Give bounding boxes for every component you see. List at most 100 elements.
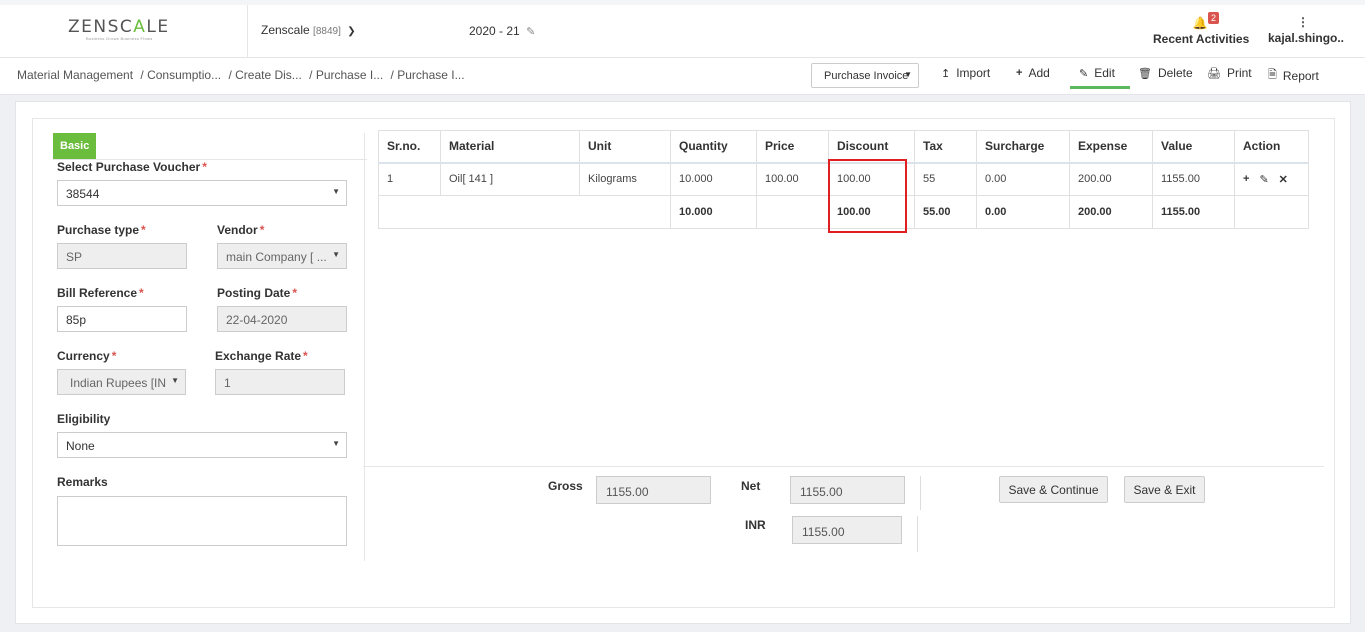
save-continue-button[interactable]: Save & Continue (999, 476, 1108, 503)
breadcrumb-root[interactable]: Material Management (17, 68, 133, 82)
field-value: SP (66, 250, 83, 264)
remarks-label: Remarks (57, 475, 108, 489)
save-exit-button[interactable]: Save & Exit (1124, 476, 1205, 503)
required-marker: * (202, 160, 207, 174)
required-marker: * (292, 286, 298, 300)
close-icon[interactable]: ✕ (1279, 173, 1288, 186)
company-code: [8849] (313, 26, 341, 37)
bill-reference-input[interactable]: 85p (57, 306, 187, 332)
summary-spacer (378, 195, 671, 229)
required-marker: * (303, 349, 308, 363)
posting-date-field[interactable]: 22-04-2020 (217, 306, 347, 332)
print-label: Print (1226, 66, 1252, 80)
field-value: 22-04-2020 (226, 313, 288, 327)
caret-down-icon: ▼ (332, 250, 340, 259)
logo-tagline: Business Grows Business Flows (86, 36, 153, 41)
cell-surcharge: 0.00 (976, 162, 1070, 196)
gross-field[interactable]: 1155.00 (596, 476, 711, 504)
items-table: Sr.no. Material Unit Quantity Price Disc… (378, 130, 1309, 229)
more-vertical-icon: ⋮ (1297, 15, 1309, 29)
add-button[interactable]: + Add (1016, 66, 1050, 80)
print-button[interactable]: 🖨 Print (1207, 66, 1252, 80)
bill-reference-label: Bill Reference * (57, 286, 144, 300)
column-header: Unit (579, 130, 671, 164)
logo[interactable]: ZENSCALE (68, 17, 170, 37)
cell-value: 1155.00 (1152, 162, 1235, 196)
voucher-type-value: Purchase Invoice (824, 70, 909, 82)
plus-icon: + (1016, 67, 1023, 79)
field-value: Indian Rupees [IN (70, 376, 167, 390)
purchase-type-field[interactable]: SP (57, 243, 187, 269)
top-header: ZENSCALE Business Grows Business Flows Z… (0, 0, 1365, 58)
field-value: 1 (224, 376, 231, 390)
delete-label: Delete (1157, 66, 1193, 80)
eligibility-label: Eligibility (57, 412, 111, 426)
label-text: Purchase type (57, 223, 140, 237)
user-menu[interactable]: ⋮ kajal.shingo.. (1268, 10, 1344, 45)
net-field[interactable]: 1155.00 (790, 476, 905, 504)
sum-price (756, 195, 829, 229)
import-button[interactable]: ↥ Import (941, 66, 990, 80)
fiscal-year-selector[interactable]: 2020 - 21 ✎ (469, 24, 535, 38)
edit-button[interactable]: ✎ Edit (1070, 66, 1130, 89)
column-header: Tax (914, 130, 977, 164)
printer-icon: 🖨 (1207, 67, 1221, 80)
column-header: Price (756, 130, 829, 164)
cell-tax: 55 (914, 162, 977, 196)
purchase-voucher-select[interactable]: 38544 ▼ (57, 180, 347, 206)
summary-row: 10.000 100.00 55.00 0.00 200.00 1155.00 (378, 195, 1309, 229)
notification-badge: 2 (1208, 12, 1220, 24)
currency-label: Currency * (57, 349, 116, 363)
cell-price: 100.00 (756, 162, 829, 196)
sub-toolbar: Material Management / Consumptio... / Cr… (0, 58, 1365, 95)
edit-icon[interactable]: ✎ (526, 26, 535, 38)
purchase-type-label: Purchase type * (57, 223, 146, 237)
divider (363, 466, 1324, 467)
import-label: Import (956, 66, 991, 80)
breadcrumb-item[interactable]: / Purchase I... (391, 68, 465, 82)
eligibility-select[interactable]: None ▼ (57, 432, 347, 458)
sum-quantity: 10.000 (670, 195, 757, 229)
recent-activities-label: Recent Activities (1153, 32, 1250, 46)
currency-select[interactable]: Indian Rupees [IN ▼ (57, 369, 186, 395)
breadcrumb-item[interactable]: / Purchase I... (309, 68, 383, 82)
delete-button[interactable]: 🗑 Delete (1138, 66, 1193, 80)
divider (920, 476, 921, 510)
sum-tax: 55.00 (914, 195, 977, 229)
main-panel: Basic Select Purchase Voucher * 38544 ▼ Pu… (15, 101, 1351, 624)
exchange-rate-field[interactable]: 1 (215, 369, 345, 395)
breadcrumb-item[interactable]: / Consumptio... (140, 68, 221, 82)
tab-basic[interactable]: Basic (53, 133, 96, 159)
vendor-label: Vendor * (217, 223, 264, 237)
edit-icon[interactable]: ✎ (1259, 173, 1268, 186)
cell-material: Oil[ 141 ] (440, 162, 580, 196)
table-row[interactable]: 1 Oil[ 141 ] Kilograms 10.000 100.00 100… (378, 162, 1309, 196)
label-text: Vendor (217, 223, 258, 237)
breadcrumb-item[interactable]: / Create Dis... (228, 68, 301, 82)
remarks-textarea[interactable] (57, 496, 347, 546)
plus-icon[interactable]: + (1243, 173, 1249, 186)
inr-field[interactable]: 1155.00 (792, 516, 902, 544)
label-text: Bill Reference (57, 286, 138, 300)
report-button[interactable]: 🗎 Report (1268, 66, 1319, 85)
sum-discount: 100.00 (828, 195, 915, 229)
row-actions: + ✎ ✕ (1243, 173, 1308, 186)
caret-down-icon: ▼ (171, 376, 179, 385)
logo-text-a: ZENSC (68, 17, 134, 37)
vendor-select[interactable]: main Company [ ... ▼ (217, 243, 347, 269)
chevron-down-icon: ❯ (347, 26, 356, 37)
logo-text-b: LE (146, 17, 170, 37)
net-label: Net (741, 479, 761, 493)
field-value: 38544 (66, 187, 100, 201)
report-label: Report (1282, 68, 1319, 83)
logo-area[interactable]: ZENSCALE Business Grows Business Flows (0, 5, 248, 58)
recent-activities-button[interactable]: 🔔 2 Recent Activities (1153, 10, 1249, 46)
voucher-type-select[interactable]: Purchase Invoice ▼ (811, 63, 919, 88)
column-header: Expense (1069, 130, 1153, 164)
cell-actions: + ✎ ✕ (1234, 162, 1309, 196)
caret-down-icon: ▼ (332, 187, 340, 196)
exchange-rate-label: Exchange Rate * (215, 349, 308, 363)
company-selector[interactable]: Zenscale [8849] ❯ (261, 23, 356, 37)
cell-expense: 200.00 (1069, 162, 1153, 196)
sum-actions (1234, 195, 1309, 229)
